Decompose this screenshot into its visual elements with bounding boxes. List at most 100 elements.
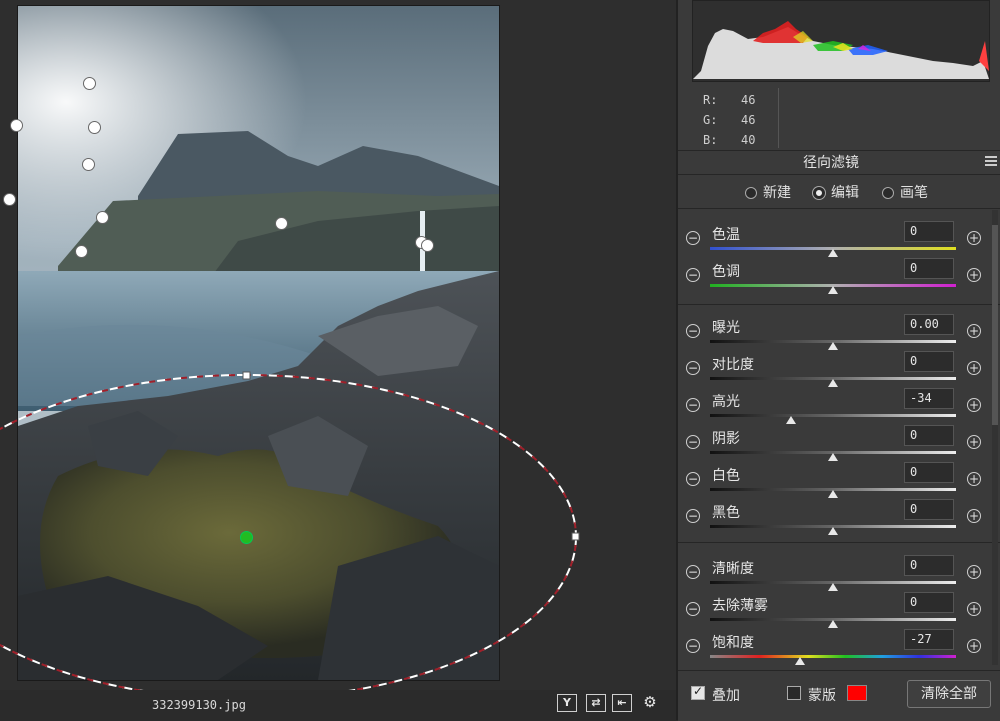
slider-value-input[interactable]: 0 [904, 592, 954, 613]
slider-label: 饱和度 [712, 635, 754, 651]
filter-pin[interactable] [3, 193, 16, 206]
landscape-photo [18, 6, 499, 680]
minus-icon[interactable]: − [686, 602, 700, 616]
minus-icon[interactable]: − [686, 639, 700, 653]
divider [678, 304, 1000, 305]
minus-icon[interactable]: − [686, 435, 700, 449]
slider-label: 对比度 [712, 357, 754, 373]
canvas-area[interactable]: 332399130.jpg Y ⇄ ⇤ ⚙ [0, 0, 676, 720]
divider [678, 542, 1000, 543]
filter-pin[interactable] [83, 77, 96, 90]
copy-button[interactable]: ⇤ [612, 694, 632, 712]
slider-value-input[interactable]: 0 [904, 221, 954, 242]
slider-thumb[interactable] [786, 416, 797, 424]
slider-value-input[interactable]: -27 [904, 629, 954, 650]
slider-label: 阴影 [712, 431, 740, 447]
plus-icon[interactable]: + [967, 472, 981, 486]
slider-thumb[interactable] [828, 527, 838, 535]
y-toggle-button[interactable]: Y [557, 694, 577, 712]
clear-all-button[interactable]: 清除全部 [907, 680, 991, 708]
slider-row: − 高光 -34 + [678, 388, 994, 425]
minus-icon[interactable]: − [686, 509, 700, 523]
filter-pin[interactable] [10, 119, 23, 132]
slider-row: − 去除薄雾 0 + [678, 592, 994, 629]
slider-value-input[interactable]: 0 [904, 555, 954, 576]
filter-pin[interactable] [96, 211, 109, 224]
slider-value-input[interactable]: 0.00 [904, 314, 954, 335]
slider-value-input[interactable]: 0 [904, 462, 954, 483]
filter-pin[interactable] [88, 121, 101, 134]
filter-pin[interactable] [82, 158, 95, 171]
mask-color-swatch[interactable] [847, 685, 867, 701]
slider-row: − 黑色 0 + [678, 499, 994, 536]
slider-thumb[interactable] [828, 342, 838, 350]
minus-icon[interactable]: − [686, 361, 700, 375]
g-value: 46 [741, 113, 756, 127]
plus-icon[interactable]: + [967, 268, 981, 282]
slider-thumb[interactable] [828, 379, 838, 387]
slider-thumb[interactable] [828, 490, 838, 498]
filter-pin[interactable] [421, 239, 434, 252]
slider-value-input[interactable]: 0 [904, 351, 954, 372]
slider-thumb[interactable] [828, 583, 838, 591]
minus-icon[interactable]: − [686, 231, 700, 245]
filter-pin[interactable] [275, 217, 288, 230]
plus-icon[interactable]: + [967, 324, 981, 338]
canvas-status-bar: 332399130.jpg Y ⇄ ⇤ ⚙ [0, 690, 676, 720]
readout-separator [778, 88, 779, 148]
plus-icon[interactable]: + [967, 398, 981, 412]
minus-icon[interactable]: − [686, 268, 700, 282]
r-value: 46 [741, 93, 756, 107]
menu-icon[interactable] [985, 156, 997, 166]
plus-icon[interactable]: + [967, 231, 981, 245]
filter-pin-active[interactable] [240, 531, 253, 544]
slider-thumb[interactable] [828, 620, 838, 628]
slider-value-input[interactable]: -34 [904, 388, 954, 409]
slider-row: − 饱和度 -27 + [678, 629, 994, 666]
slider-label: 去除薄雾 [712, 598, 768, 614]
plus-icon[interactable]: + [967, 509, 981, 523]
b-value: 40 [741, 133, 756, 147]
settings-button[interactable]: ⚙ [640, 694, 660, 712]
mask-label: 蒙版 [808, 688, 836, 704]
mode-edit-radio[interactable]: 编辑 [813, 182, 859, 202]
slider-label: 白色 [712, 468, 740, 484]
overlay-checkbox[interactable] [691, 684, 705, 700]
slider-thumb[interactable] [828, 453, 838, 461]
mask-checkbox[interactable] [787, 686, 801, 700]
plus-icon[interactable]: + [967, 602, 981, 616]
slider-value-input[interactable]: 0 [904, 258, 954, 279]
slider-row: − 色调 0 + [678, 258, 994, 295]
slider-thumb[interactable] [828, 249, 838, 257]
plus-icon[interactable]: + [967, 565, 981, 579]
minus-icon[interactable]: − [686, 472, 700, 486]
radio-icon [882, 187, 894, 199]
slider-label: 清晰度 [712, 561, 754, 577]
plus-icon[interactable]: + [967, 435, 981, 449]
slider-thumb[interactable] [828, 286, 838, 294]
minus-icon[interactable]: − [686, 565, 700, 579]
mode-brush-radio[interactable]: 画笔 [882, 182, 928, 202]
slider-track[interactable] [710, 655, 956, 658]
filter-pin[interactable] [75, 245, 88, 258]
histogram-graph [693, 21, 989, 79]
slider-track[interactable] [710, 414, 956, 417]
minus-icon[interactable]: − [686, 398, 700, 412]
slider-value-input[interactable]: 0 [904, 425, 954, 446]
mode-new-label: 新建 [763, 185, 791, 201]
slider-row: − 曝光 0.00 + [678, 314, 994, 351]
minus-icon[interactable]: − [686, 324, 700, 338]
slider-label: 高光 [712, 394, 740, 410]
photo-preview[interactable] [17, 5, 500, 681]
slider-row: − 清晰度 0 + [678, 555, 994, 592]
panel-footer: 叠加 蒙版 清除全部 [678, 670, 1000, 721]
plus-icon[interactable]: + [967, 361, 981, 375]
scrollbar-thumb[interactable] [992, 225, 998, 425]
swap-button[interactable]: ⇄ [586, 694, 606, 712]
slider-label: 色调 [712, 264, 740, 280]
slider-thumb[interactable] [794, 657, 805, 665]
slider-label: 曝光 [712, 320, 740, 336]
slider-value-input[interactable]: 0 [904, 499, 954, 520]
plus-icon[interactable]: + [967, 639, 981, 653]
mode-new-radio[interactable]: 新建 [745, 182, 791, 202]
